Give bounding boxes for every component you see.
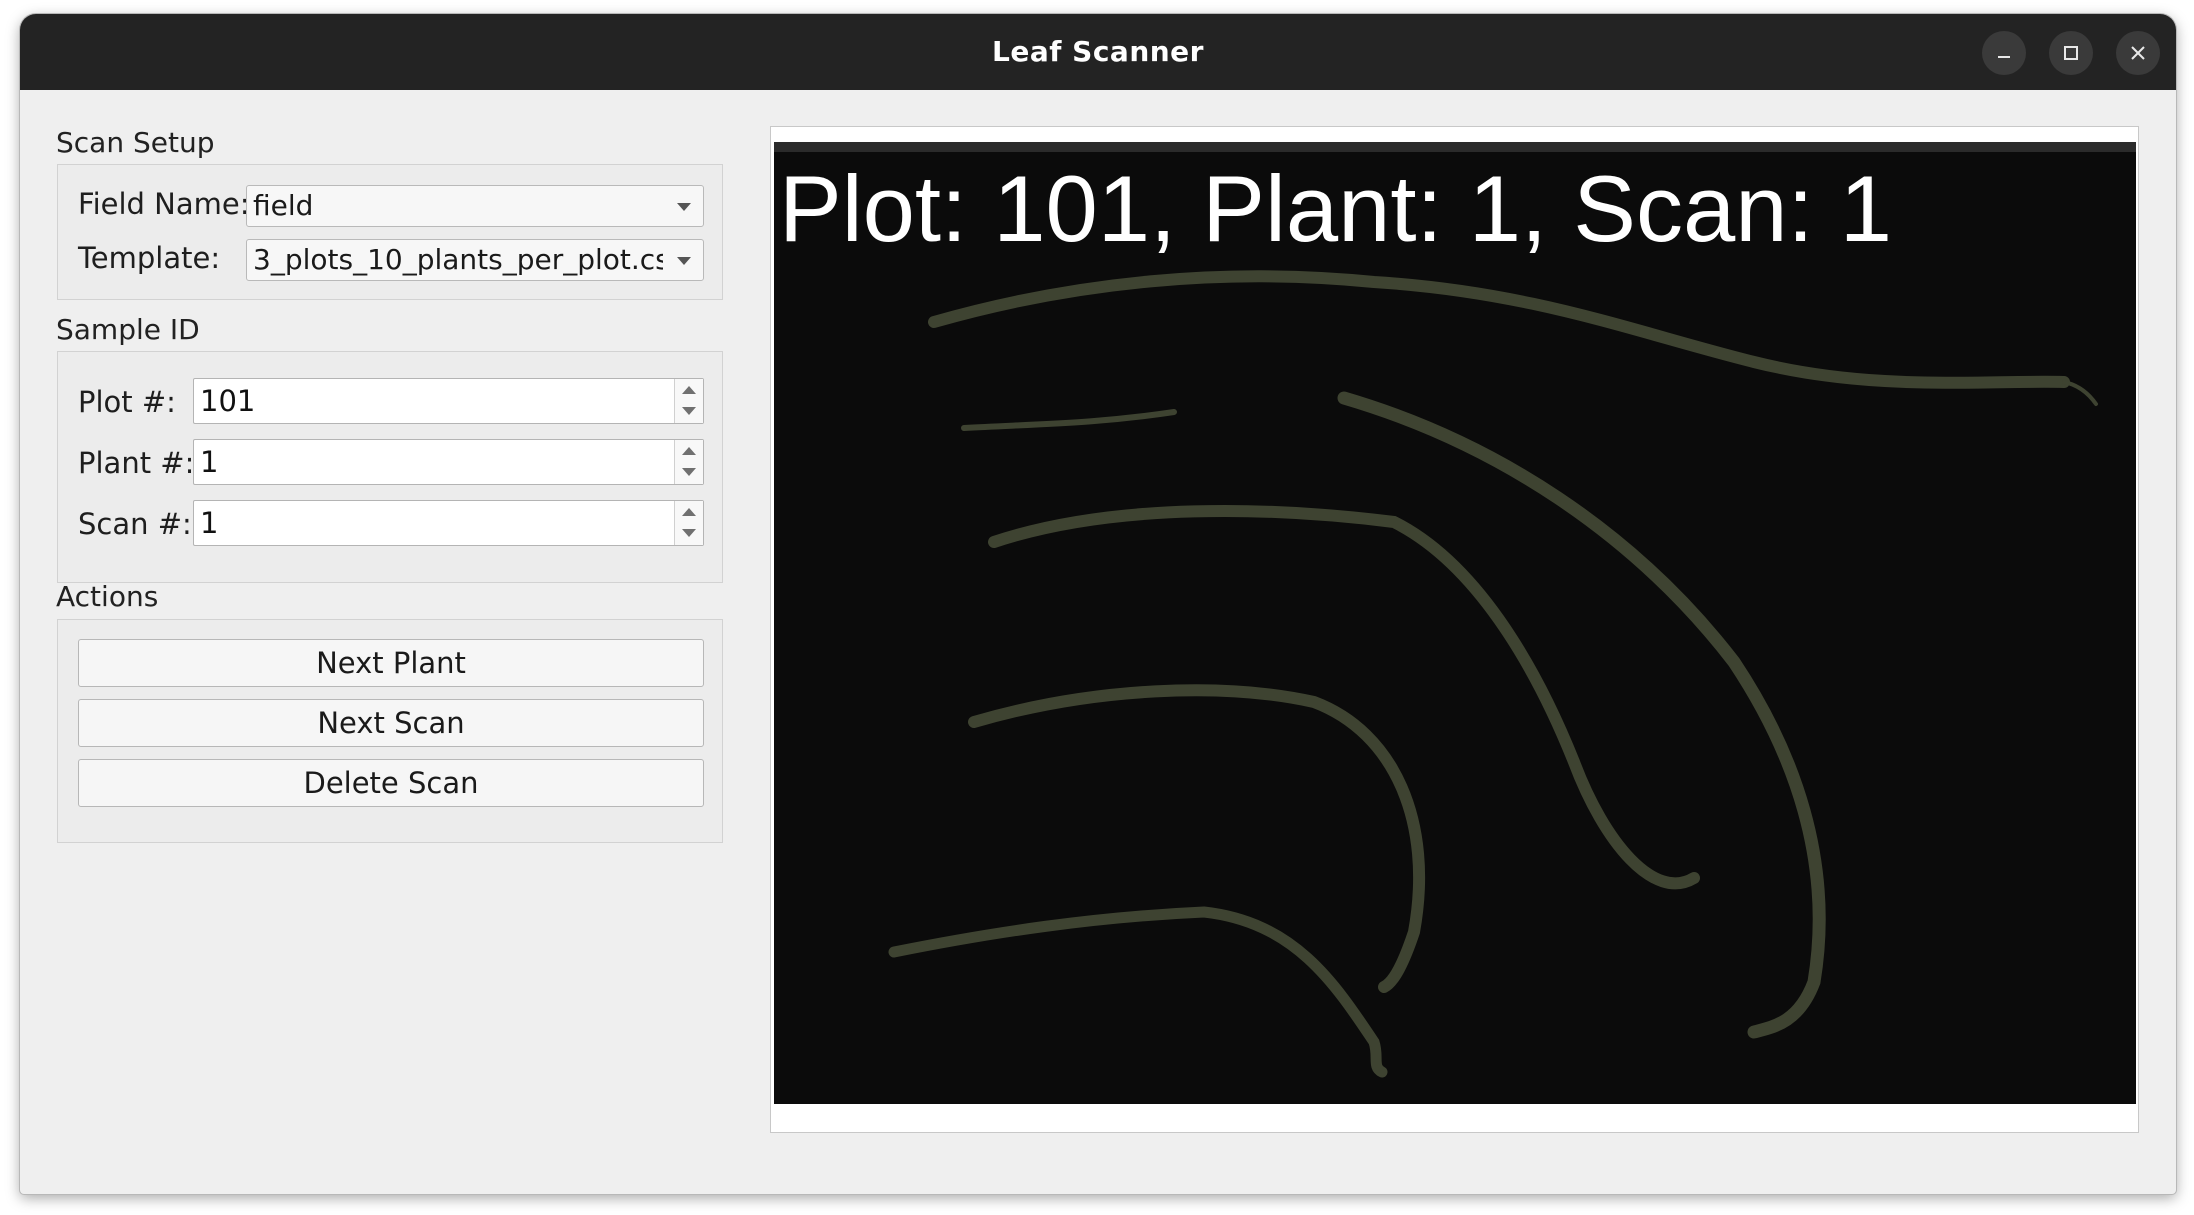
field-name-combo[interactable]: field [246,185,704,227]
arrow-up-icon[interactable] [675,501,703,523]
sample-id-title: Sample ID [56,313,200,346]
maximize-icon [2064,46,2078,60]
scan-overlay-text: Plot: 101, Plant: 1, Scan: 1 [779,156,1893,261]
scanned-leaves [774,142,2136,1078]
template-label: Template: [78,241,221,275]
plot-value: 101 [200,384,256,418]
scan-value: 1 [200,506,219,540]
window-title: Leaf Scanner [992,35,1204,68]
arrow-up-icon[interactable] [675,379,703,401]
close-icon [2131,46,2145,60]
template-value: 3_plots_10_plants_per_plot.csv [253,243,663,276]
scan-setup-group: Field Name: field Template: 3_plots_10_p… [57,164,723,300]
app-window: Leaf Scanner Scan Setup Field Name: fiel… [20,14,2176,1194]
plant-value: 1 [200,445,219,479]
plant-spinbox[interactable]: 1 [193,439,704,485]
minimize-icon [1998,56,2010,58]
plot-stepper [674,379,703,423]
sample-id-group: Plot #: 101 Plant #: 1 Scan #: 1 [57,351,723,583]
scan-label: Scan #: [78,507,192,541]
minimize-button[interactable] [1982,31,2026,75]
scan-preview-panel: Plot: 101, Plant: 1, Scan: 1 [770,126,2139,1133]
arrow-down-icon[interactable] [675,523,703,545]
chevron-down-icon [677,257,691,265]
next-plant-button[interactable]: Next Plant [78,639,704,687]
field-name-value: field [253,189,314,222]
scan-stepper [674,501,703,545]
chevron-down-icon [677,203,691,211]
template-combo[interactable]: 3_plots_10_plants_per_plot.csv [246,239,704,281]
plot-spinbox[interactable]: 101 [193,378,704,424]
next-scan-button[interactable]: Next Scan [78,699,704,747]
scan-spinbox[interactable]: 1 [193,500,704,546]
actions-group: Next Plant Next Scan Delete Scan [57,619,723,843]
actions-title: Actions [56,580,159,613]
maximize-button[interactable] [2049,31,2093,75]
plot-label: Plot #: [78,385,176,419]
scan-setup-title: Scan Setup [56,126,215,159]
close-button[interactable] [2116,31,2160,75]
arrow-down-icon[interactable] [675,462,703,484]
plant-label: Plant #: [78,446,195,480]
plant-stepper [674,440,703,484]
arrow-down-icon[interactable] [675,401,703,423]
arrow-up-icon[interactable] [675,440,703,462]
scan-image: Plot: 101, Plant: 1, Scan: 1 [774,142,2136,1104]
delete-scan-button[interactable]: Delete Scan [78,759,704,807]
title-bar[interactable]: Leaf Scanner [20,14,2176,90]
field-name-label: Field Name: [78,187,250,221]
